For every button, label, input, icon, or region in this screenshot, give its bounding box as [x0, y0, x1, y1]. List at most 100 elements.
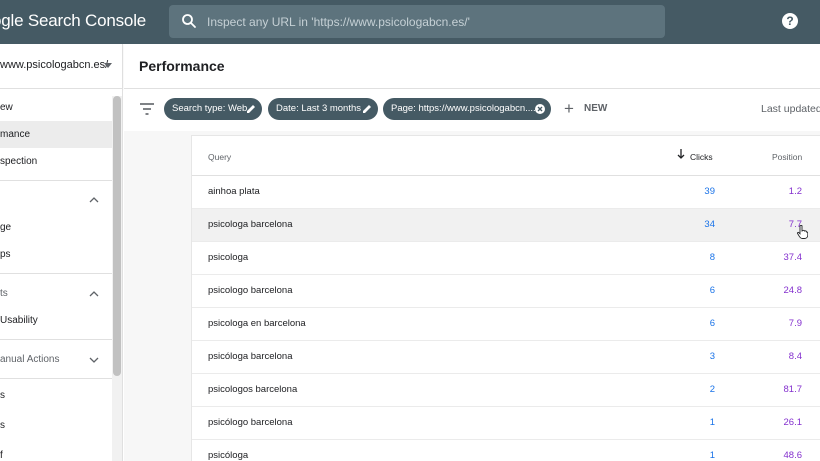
property-label: www.psicologabcn.es/	[0, 59, 109, 71]
sidebar-item-feedback[interactable]: f	[0, 442, 112, 461]
sidebar-divider	[0, 273, 112, 274]
help-icon[interactable]: ?	[782, 13, 798, 29]
table-row[interactable]: psicólogo barcelona 1 26.1	[192, 407, 820, 440]
query-cell: psicólogo barcelona	[208, 417, 293, 428]
sidebar-item-label: spection	[0, 156, 38, 167]
sidebar-item-label: s	[0, 420, 5, 431]
table-row[interactable]: psicologa en barcelona 6 7.9	[192, 308, 820, 341]
sidebar-divider	[0, 339, 112, 340]
sidebar-item-settings[interactable]: s	[0, 412, 112, 439]
filter-chip-page[interactable]: Page: https://www.psicologabcn....	[383, 98, 551, 120]
sidebar-item-label: ew	[0, 102, 13, 113]
clicks-cell: 6	[709, 318, 715, 329]
sidebar-item-coverage[interactable]: ge	[0, 214, 112, 241]
pencil-icon[interactable]	[362, 104, 372, 114]
chevron-up-icon	[89, 197, 99, 203]
position-cell: 7.9	[788, 318, 802, 329]
queries-table: Query Clicks Position ainhoa plata 39 1.…	[191, 135, 820, 461]
new-filter-label: NEW	[584, 103, 608, 114]
query-cell: psicologa en barcelona	[208, 318, 306, 329]
plus-icon: +	[564, 99, 574, 118]
position-cell: 24.8	[783, 285, 803, 296]
clicks-cell: 6	[709, 285, 715, 296]
filter-icon[interactable]	[140, 103, 154, 115]
filter-bar: Search type: Web Date: Last 3 months Pag…	[124, 89, 820, 131]
caret-down-icon	[104, 63, 112, 68]
sidebar-divider	[0, 378, 112, 379]
sidebar-item-label: mance	[0, 129, 31, 140]
chip-label: Page: https://www.psicologabcn....	[391, 103, 536, 114]
chevron-down-icon	[89, 357, 99, 363]
sidebar-scrollbar-thumb[interactable]	[113, 96, 121, 376]
query-cell: psicologa	[208, 252, 249, 263]
pencil-icon[interactable]	[246, 104, 256, 114]
column-header-query[interactable]: Query	[208, 152, 231, 162]
last-updated-text: Last updated	[761, 103, 820, 115]
search-icon	[182, 14, 196, 28]
sidebar-group-enhancements[interactable]: ts	[0, 280, 112, 307]
table-row[interactable]: psicologo barcelona 6 24.8	[192, 275, 820, 308]
sidebar-item-performance[interactable]: mance	[0, 121, 112, 148]
sidebar-item-mobile-usability[interactable]: Usability	[0, 307, 112, 334]
top-bar: ogle Search Console ?	[0, 0, 820, 44]
clicks-cell: 8	[709, 252, 715, 263]
sidebar-divider	[0, 180, 112, 181]
chevron-up-icon	[89, 291, 99, 297]
property-selector[interactable]: www.psicologabcn.es/	[0, 44, 122, 89]
position-cell: 37.4	[783, 252, 803, 263]
hand-cursor-icon	[797, 225, 808, 239]
clicks-cell: 34	[704, 219, 715, 230]
chip-label: Date: Last 3 months	[276, 103, 362, 114]
position-cell: 8.4	[788, 351, 802, 362]
sidebar-item-label: s	[0, 390, 5, 401]
table-header: Query Clicks Position	[192, 136, 820, 176]
clicks-cell: 2	[709, 384, 715, 395]
table-row[interactable]: psicóloga 1 48.6	[192, 440, 820, 461]
position-cell: 81.7	[783, 384, 803, 395]
sidebar-item-links[interactable]: s	[0, 382, 112, 409]
query-cell: psicologos barcelona	[208, 384, 298, 395]
sidebar-group-label: ts	[0, 288, 8, 299]
sidebar-group-index[interactable]	[0, 186, 112, 213]
sidebar: www.psicologabcn.es/ ew mance spection g…	[0, 44, 123, 461]
page-title: Performance	[139, 58, 225, 74]
query-cell: psicóloga barcelona	[208, 351, 293, 362]
query-cell: psicologo barcelona	[208, 285, 293, 296]
arrow-down-icon[interactable]	[677, 149, 685, 159]
sidebar-item-overview[interactable]: ew	[0, 94, 112, 121]
table-row[interactable]: psicologos barcelona 2 81.7	[192, 374, 820, 407]
clicks-cell: 1	[709, 450, 715, 461]
sidebar-item-label: ps	[0, 249, 11, 260]
sidebar-item-sitemaps[interactable]: ps	[0, 241, 112, 268]
column-header-clicks[interactable]: Clicks	[690, 152, 713, 162]
clicks-cell: 1	[709, 417, 715, 428]
query-cell: ainhoa plata	[208, 186, 260, 197]
table-row[interactable]: psicologa barcelona 34 7.7	[192, 209, 820, 242]
position-cell: 1.2	[788, 186, 802, 197]
main-content: Query Clicks Position ainhoa plata 39 1.…	[124, 131, 820, 461]
table-row[interactable]: ainhoa plata 39 1.2	[192, 176, 820, 209]
table-row[interactable]: psicologa 8 37.4	[192, 242, 820, 275]
query-cell: psicologa barcelona	[208, 219, 293, 230]
page-header: Performance	[124, 44, 820, 89]
app-logo[interactable]: ogle Search Console	[0, 11, 146, 31]
url-inspect-input[interactable]	[207, 5, 647, 38]
table-row[interactable]: psicóloga barcelona 3 8.4	[192, 341, 820, 374]
column-header-position[interactable]: Position	[772, 152, 802, 162]
query-cell: psicóloga	[208, 450, 249, 461]
filter-chip-date[interactable]: Date: Last 3 months	[268, 98, 378, 120]
clicks-cell: 3	[709, 351, 715, 362]
close-circle-icon[interactable]	[535, 104, 545, 114]
filter-chip-search-type[interactable]: Search type: Web	[164, 98, 262, 120]
position-cell: 26.1	[783, 417, 803, 428]
sidebar-group-label: anual Actions	[0, 354, 60, 365]
chip-label: Search type: Web	[172, 103, 248, 114]
sidebar-item-url-inspection[interactable]: spection	[0, 148, 112, 175]
sidebar-item-label: ge	[0, 222, 12, 233]
sidebar-group-manual-actions[interactable]: anual Actions	[0, 346, 112, 373]
sidebar-item-label: f	[0, 450, 3, 461]
position-cell: 48.6	[783, 450, 803, 461]
sidebar-item-label: Usability	[0, 315, 38, 326]
url-inspect-search[interactable]	[169, 5, 665, 38]
clicks-cell: 39	[704, 186, 715, 197]
